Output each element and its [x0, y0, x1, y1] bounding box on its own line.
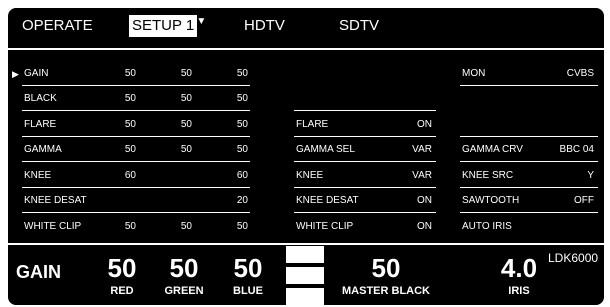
- row-value: ON: [417, 195, 432, 206]
- red-value: 50: [124, 144, 136, 155]
- row-divider: [22, 161, 250, 162]
- blue-label: BLUE: [233, 285, 263, 297]
- red-value: 50: [124, 68, 136, 79]
- row-label: GAMMA SEL: [296, 144, 355, 155]
- row-divider: [460, 85, 598, 86]
- camera-menu-screen: OPERATE SETUP 1 ▼ HDTV SDTV ▶ GAIN 50 50…: [8, 8, 604, 305]
- blue-value: 50: [236, 68, 248, 79]
- row-divider: [294, 212, 436, 213]
- row-divider: [460, 161, 598, 162]
- row-value: VAR: [412, 144, 432, 155]
- row-label: WHITE CLIP: [296, 221, 354, 232]
- row-label: BLACK: [24, 93, 57, 104]
- blue-value: 20: [236, 195, 248, 206]
- header-divider: [8, 48, 604, 50]
- row-label: GAMMA: [24, 144, 62, 155]
- row-divider: [22, 136, 250, 137]
- row-label: KNEE SRC: [462, 170, 514, 181]
- active-parameter-name: GAIN: [16, 262, 61, 282]
- green-label: GREEN: [164, 285, 204, 297]
- red-value: 50: [124, 221, 136, 232]
- blue-value: 50: [236, 93, 248, 104]
- iris-label: IRIS: [508, 285, 530, 297]
- green-value: 50: [180, 119, 192, 130]
- dropdown-caret-icon: ▼: [196, 16, 207, 27]
- row-divider: [22, 212, 250, 213]
- blue-big-value: 50: [233, 253, 263, 283]
- row-value: ON: [417, 119, 432, 130]
- row-value: VAR: [412, 170, 432, 181]
- row-value: ON: [417, 221, 432, 232]
- row-value: BBC 04: [559, 144, 594, 155]
- green-big-value: 50: [169, 253, 199, 283]
- green-value: 50: [180, 221, 192, 232]
- level-box-top: [286, 246, 324, 263]
- row-label: KNEE DESAT: [296, 195, 359, 206]
- green-value: 50: [180, 68, 192, 79]
- row-label: MON: [462, 68, 486, 79]
- row-label: SAWTOOTH: [462, 195, 520, 206]
- red-value: 50: [124, 119, 136, 130]
- red-label: RED: [110, 285, 134, 297]
- row-label: WHITE CLIP: [24, 221, 82, 232]
- iris-value: 4.0: [500, 253, 538, 283]
- red-value: 60: [124, 170, 136, 181]
- level-box-middle: [286, 267, 324, 284]
- tab-setup-1-label: SETUP 1: [132, 17, 195, 34]
- level-box-bottom: [286, 288, 324, 305]
- row-label: AUTO IRIS: [462, 221, 512, 232]
- row-divider: [294, 110, 436, 111]
- red-value: 50: [124, 93, 136, 104]
- blue-value: 60: [236, 170, 248, 181]
- tab-setup-1[interactable]: SETUP 1 ▼: [129, 15, 206, 37]
- red-big-value: 50: [107, 253, 137, 283]
- row-label: FLARE: [296, 119, 329, 130]
- row-label: KNEE DESAT: [24, 195, 87, 206]
- green-value: 50: [180, 144, 192, 155]
- row-label: GAIN: [24, 68, 49, 79]
- row-divider: [460, 187, 598, 188]
- green-value: 50: [180, 93, 192, 104]
- row-value: OFF: [574, 195, 594, 206]
- blue-value: 50: [236, 119, 248, 130]
- tab-operate[interactable]: OPERATE: [22, 15, 93, 37]
- camera-model-label: LDK6000: [548, 251, 599, 265]
- row-value: CVBS: [566, 68, 594, 79]
- row-divider: [294, 187, 436, 188]
- blue-value: 50: [236, 221, 248, 232]
- row-divider: [294, 161, 436, 162]
- tab-hdtv[interactable]: HDTV: [244, 15, 285, 37]
- row-divider: [460, 212, 598, 213]
- row-label: FLARE: [24, 119, 57, 130]
- tab-sdtv[interactable]: SDTV: [339, 15, 379, 37]
- row-divider: [22, 187, 250, 188]
- row-divider: [22, 110, 250, 111]
- row-label: GAMMA CRV: [462, 144, 523, 155]
- row-divider: [460, 136, 598, 137]
- row-divider: [22, 85, 250, 86]
- row-label: KNEE: [24, 170, 52, 181]
- master-black-label: MASTER BLACK: [342, 285, 430, 297]
- master-black-value: 50: [371, 253, 401, 283]
- row-divider: [294, 136, 436, 137]
- selection-cursor-icon: ▶: [12, 69, 19, 79]
- row-label: KNEE: [296, 170, 324, 181]
- row-value: Y: [587, 170, 594, 181]
- status-bar-divider: [8, 243, 604, 245]
- blue-value: 50: [236, 144, 248, 155]
